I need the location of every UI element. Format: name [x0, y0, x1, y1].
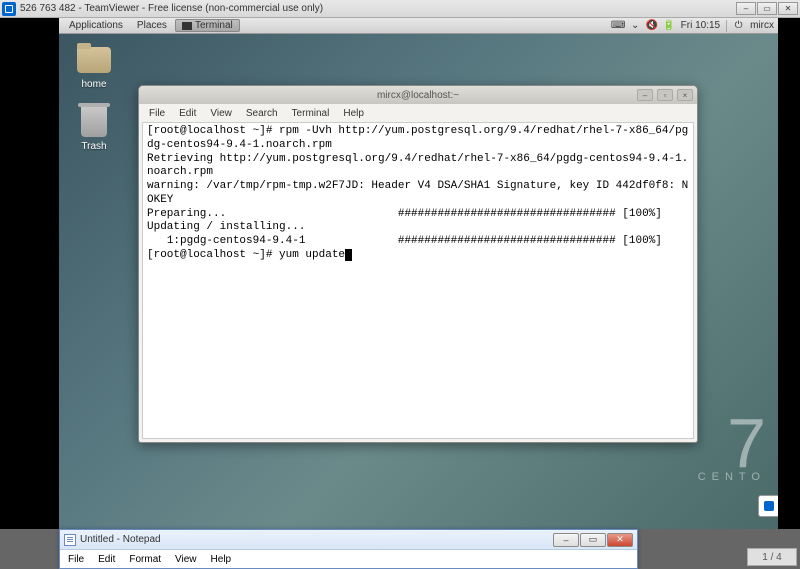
volume-off-icon[interactable]: 🔇 [647, 20, 658, 31]
caret-down-icon[interactable]: ⌄ [630, 20, 641, 31]
notepad-menu-file[interactable]: File [62, 553, 90, 566]
terminal-line-0: [root@localhost ~]# rpm -Uvh http://yum.… [147, 125, 688, 151]
battery-icon[interactable]: 🔋 [664, 20, 675, 31]
terminal-body[interactable]: [root@localhost ~]# rpm -Uvh http://yum.… [142, 122, 694, 439]
keyboard-icon[interactable]: ⌨ [613, 20, 624, 31]
close-button[interactable]: ✕ [778, 2, 798, 15]
notepad-maximize-button[interactable]: ▭ [580, 533, 606, 547]
terminal-menubar: File Edit View Search Terminal Help [139, 104, 697, 122]
teamviewer-titlebar: 526 763 482 - TeamViewer - Free license … [0, 0, 800, 18]
teamviewer-title: 526 763 482 - TeamViewer - Free license … [20, 3, 323, 14]
terminal-cursor [345, 249, 352, 261]
terminal-line-6: [root@localhost ~]# yum update [147, 249, 345, 261]
notepad-icon [64, 534, 76, 546]
power-icon[interactable]: ⏻ [733, 20, 744, 31]
gnome-panel: Applications Places Terminal ⌨ ⌄ 🔇 🔋 Fri… [59, 18, 778, 34]
taskbar-terminal[interactable]: Terminal [175, 19, 240, 32]
notepad-menu-edit[interactable]: Edit [92, 553, 121, 566]
terminal-minimize-button[interactable]: – [637, 89, 653, 101]
notepad-menu-format[interactable]: Format [123, 553, 167, 566]
terminal-titlebar[interactable]: mircx@localhost:~ – ▫ × [139, 86, 697, 104]
applications-menu[interactable]: Applications [63, 19, 129, 32]
centos-watermark: 7 CENTO [698, 415, 766, 483]
notepad-menu-help[interactable]: Help [205, 553, 238, 566]
terminal-menu-file[interactable]: File [143, 107, 171, 120]
teamviewer-side-tab[interactable] [758, 495, 778, 517]
separator [726, 20, 727, 32]
terminal-title: mircx@localhost:~ [377, 90, 459, 101]
notepad-menubar: File Edit Format View Help [60, 550, 637, 568]
terminal-close-button[interactable]: × [677, 89, 693, 101]
trash-desktop-icon[interactable]: Trash [75, 106, 113, 152]
notepad-window: Untitled - Notepad – ▭ ✕ File Edit Forma… [59, 529, 638, 569]
notepad-close-button[interactable]: ✕ [607, 533, 633, 547]
clock[interactable]: Fri 10:15 [681, 20, 720, 31]
taskbar-terminal-label: Terminal [195, 20, 233, 31]
terminal-line-2: warning: /var/tmp/rpm-tmp.w2F7JD: Header… [147, 180, 688, 206]
letterbox-right [778, 18, 800, 529]
terminal-menu-help[interactable]: Help [337, 107, 370, 120]
centos-version: 7 [698, 415, 766, 471]
centos-label: CENTO [698, 471, 766, 483]
terminal-line-4: Updating / installing... [147, 221, 305, 233]
terminal-window: mircx@localhost:~ – ▫ × File Edit View S… [138, 85, 698, 443]
terminal-maximize-button[interactable]: ▫ [657, 89, 673, 101]
trash-icon [81, 107, 107, 137]
home-label: home [81, 79, 106, 90]
notepad-menu-view[interactable]: View [169, 553, 203, 566]
terminal-line-1: Retrieving http://yum.postgresql.org/9.4… [147, 153, 688, 179]
remote-desktop: Applications Places Terminal ⌨ ⌄ 🔇 🔋 Fri… [59, 18, 778, 529]
notepad-titlebar[interactable]: Untitled - Notepad – ▭ ✕ [60, 530, 637, 550]
notepad-title: Untitled - Notepad [80, 534, 161, 545]
terminal-line-3: Preparing... ###########################… [147, 208, 662, 220]
terminal-line-5: 1:pgdg-centos94-9.4-1 ##################… [147, 235, 662, 247]
teamviewer-icon [2, 2, 16, 16]
places-menu[interactable]: Places [131, 19, 173, 32]
maximize-button[interactable]: ▭ [757, 2, 777, 15]
user-name[interactable]: mircx [750, 20, 774, 31]
letterbox-left [0, 18, 59, 529]
page-indicator: 1 / 4 [747, 548, 797, 566]
folder-icon [77, 47, 111, 73]
terminal-menu-search[interactable]: Search [240, 107, 284, 120]
terminal-menu-terminal[interactable]: Terminal [286, 107, 336, 120]
notepad-minimize-button[interactable]: – [553, 533, 579, 547]
terminal-menu-edit[interactable]: Edit [173, 107, 202, 120]
minimize-button[interactable]: – [736, 2, 756, 15]
terminal-task-icon [182, 22, 192, 30]
trash-label: Trash [81, 141, 106, 152]
home-desktop-icon[interactable]: home [75, 44, 113, 90]
terminal-menu-view[interactable]: View [204, 107, 238, 120]
